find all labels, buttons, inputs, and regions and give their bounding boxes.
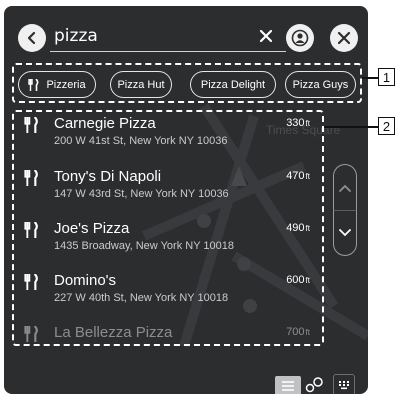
result-name: Joe's Pizza xyxy=(54,220,130,237)
search-underline xyxy=(50,51,286,52)
callout-leader xyxy=(362,77,378,79)
list-item[interactable]: La Bellezza Pizza 700ft xyxy=(14,324,322,344)
close-icon xyxy=(337,31,351,45)
navigation-screen: Times Square pizza Pizzeria Pizza Hut Pi… xyxy=(4,6,368,394)
result-distance: 330ft xyxy=(286,117,310,129)
callout-2: 2 xyxy=(378,117,395,135)
result-name: Domino's xyxy=(54,272,117,289)
chevron-up-icon xyxy=(339,184,351,192)
fork-knife-icon xyxy=(24,117,38,133)
keyboard-icon xyxy=(339,381,349,390)
result-name: Carnegie Pizza xyxy=(54,115,156,132)
close-icon xyxy=(259,29,273,43)
clear-search-button[interactable] xyxy=(259,27,273,48)
chip-pizza-hut[interactable]: Pizza Hut xyxy=(110,71,172,98)
chip-pizzeria[interactable]: Pizzeria xyxy=(18,71,96,98)
result-distance: 600ft xyxy=(286,274,310,286)
close-button[interactable] xyxy=(330,24,358,52)
back-button[interactable] xyxy=(18,24,46,52)
chip-label: Pizza Guys xyxy=(292,78,349,91)
fork-knife-icon xyxy=(24,326,38,342)
result-name: La Bellezza Pizza xyxy=(54,324,173,341)
fork-knife-icon xyxy=(24,222,38,238)
scroll-up-button[interactable] xyxy=(333,164,357,210)
result-address: 227 W 40th St, New York NY 10018 xyxy=(54,292,229,304)
result-distance: 490ft xyxy=(286,222,310,234)
result-address: 147 W 43rd St, New York NY 10036 xyxy=(54,188,229,200)
map-pin-icon xyxy=(305,377,323,393)
list-item[interactable]: Carnegie Pizza 200 W 41st St, New York N… xyxy=(14,115,322,167)
list-view-button[interactable] xyxy=(275,376,301,394)
chevron-down-icon xyxy=(339,229,351,237)
result-list: Carnegie Pizza 200 W 41st St, New York N… xyxy=(12,110,324,346)
list-item[interactable]: Tony's Di Napoli 147 W 43rd St, New York… xyxy=(14,168,322,220)
chip-pizza-delight[interactable]: Pizza Delight xyxy=(190,71,276,98)
fork-knife-icon xyxy=(24,170,38,186)
voice-recognition-button[interactable] xyxy=(286,24,314,52)
list-icon xyxy=(282,381,294,391)
chip-pizza-guys[interactable]: Pizza Guys xyxy=(285,71,356,98)
voice-recognition-icon xyxy=(291,29,309,47)
chip-label: Pizza Hut xyxy=(117,78,165,91)
callout-1: 1 xyxy=(378,68,395,86)
result-name: Tony's Di Napoli xyxy=(54,168,162,185)
chevron-left-icon xyxy=(27,31,36,45)
result-distance: 470ft xyxy=(286,170,310,182)
list-item[interactable]: Domino's 227 W 40th St, New York NY 1001… xyxy=(14,272,322,324)
result-address: 1435 Broadway, New York NY 10018 xyxy=(54,240,234,252)
map-view-button[interactable] xyxy=(302,374,326,394)
search-input[interactable]: pizza xyxy=(54,26,98,46)
fork-knife-icon xyxy=(24,274,38,290)
chip-label: Pizzeria xyxy=(46,78,86,91)
category-chips: Pizzeria Pizza Hut Pizza Delight Pizza G… xyxy=(12,63,362,103)
scroll-down-button[interactable] xyxy=(333,210,357,256)
result-distance: 700ft xyxy=(286,326,310,338)
chip-label: Pizza Delight xyxy=(200,78,266,91)
result-address: 200 W 41st St, New York NY 10036 xyxy=(54,135,228,147)
callout-leader xyxy=(324,126,378,128)
keyboard-button[interactable] xyxy=(333,374,355,394)
fork-knife-icon xyxy=(28,78,39,91)
list-item[interactable]: Joe's Pizza 1435 Broadway, New York NY 1… xyxy=(14,220,322,272)
